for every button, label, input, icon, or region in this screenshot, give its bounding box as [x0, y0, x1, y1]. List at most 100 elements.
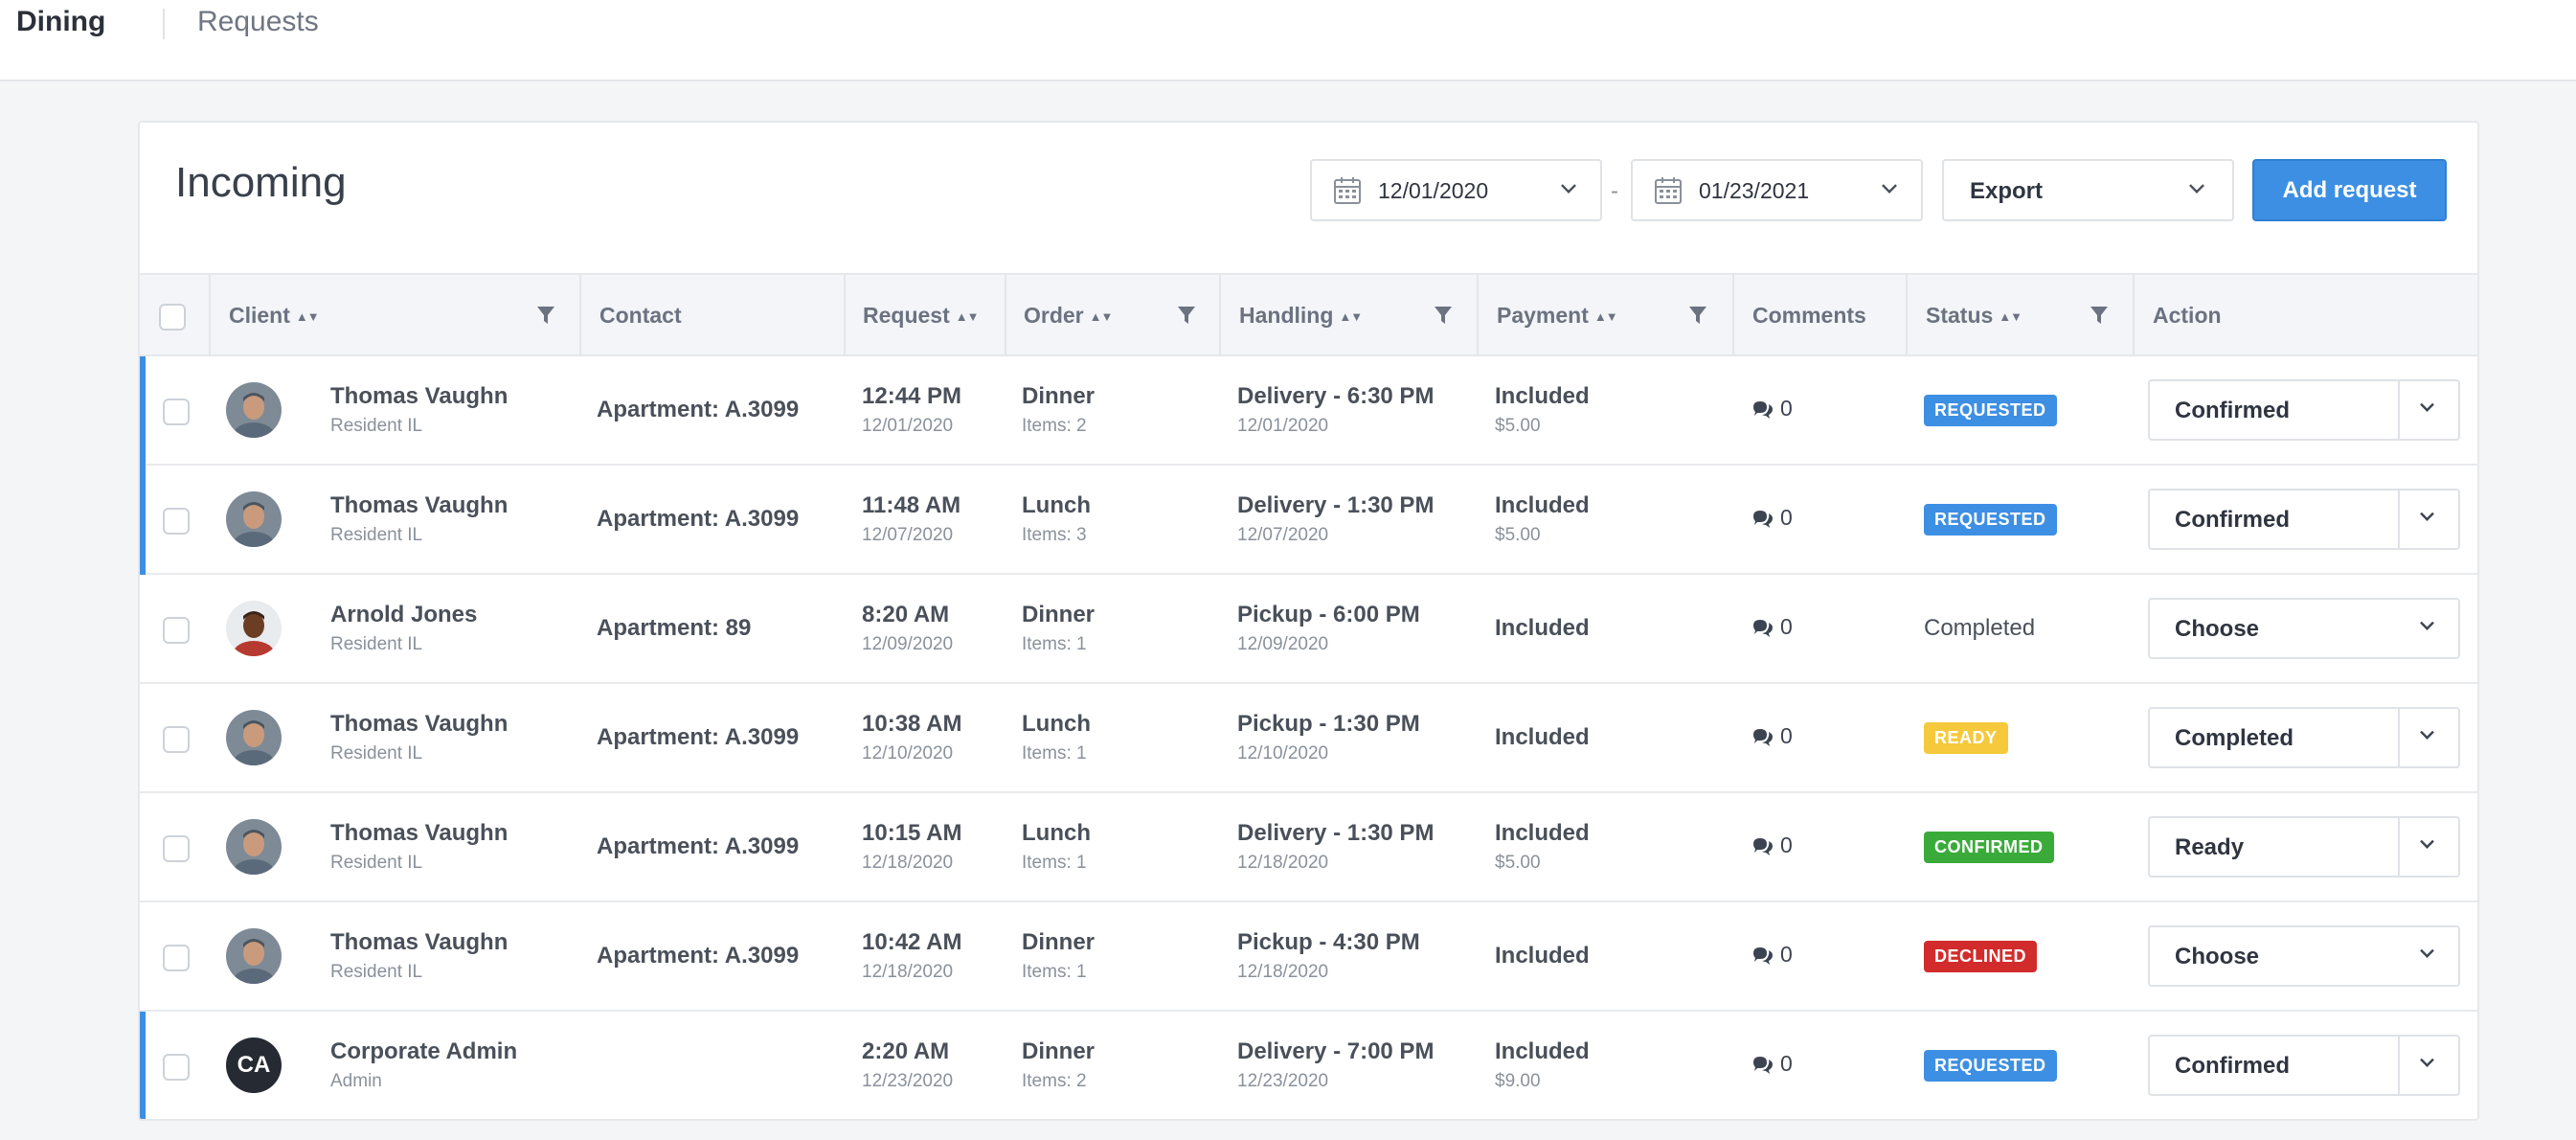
export-dropdown[interactable]: Export	[1942, 159, 2234, 221]
row-checkbox[interactable]	[163, 399, 190, 425]
request-time: 10:42 AM	[862, 929, 962, 955]
column-divider	[1732, 275, 1734, 356]
action-dropdown[interactable]: Choose	[2148, 925, 2460, 987]
chevron-down-icon[interactable]	[2420, 507, 2434, 521]
column-order[interactable]: Order ▲▼	[1024, 275, 1113, 356]
table-row[interactable]: Thomas Vaughn Resident IL Apartment: A.309…	[140, 793, 2477, 902]
row-checkbox[interactable]	[163, 1054, 190, 1081]
avatar	[226, 601, 282, 656]
handling-date: 12/07/2020	[1237, 525, 1329, 545]
request-time: 8:20 AM	[862, 602, 950, 627]
handling-value: Pickup - 4:30 PM	[1237, 929, 1420, 955]
chevron-down-icon	[1561, 178, 1576, 194]
chevron-down-icon[interactable]	[2420, 398, 2434, 412]
table-row[interactable]: Thomas Vaughn Resident IL Apartment: A.309…	[140, 902, 2477, 1012]
table-header: Client ▲▼ Contact Request ▲▼ Order ▲▼ Handl…	[140, 273, 2477, 356]
payment-value: Included	[1495, 383, 1590, 409]
status-badge: READY	[1924, 722, 2008, 754]
action-dropdown[interactable]: Ready	[2148, 816, 2460, 878]
column-payment[interactable]: Payment ▲▼	[1497, 275, 1618, 356]
table-row[interactable]: Thomas Vaughn Resident IL Apartment: A.309…	[140, 684, 2477, 793]
column-request[interactable]: Request ▲▼	[863, 275, 979, 356]
status-badge: CONFIRMED	[1924, 832, 2054, 863]
action-dropdown[interactable]: Confirmed	[2148, 489, 2460, 550]
row-checkbox[interactable]	[163, 617, 190, 644]
payment-value: Included	[1495, 615, 1590, 641]
filter-icon[interactable]	[1177, 305, 1196, 326]
client-name[interactable]: Thomas Vaughn	[330, 929, 508, 956]
table-row[interactable]: Arnold Jones Resident IL Apartment: 89 8:20…	[140, 575, 2477, 684]
add-request-button[interactable]: Add request	[2252, 159, 2447, 221]
action-dropdown[interactable]: Confirmed	[2148, 1035, 2460, 1096]
handling-date: 12/23/2020	[1237, 1071, 1329, 1091]
column-divider	[1005, 275, 1006, 356]
action-label: Confirmed	[2175, 398, 2290, 423]
client-name[interactable]: Thomas Vaughn	[330, 492, 508, 519]
order-meal: Dinner	[1022, 929, 1096, 955]
contact-value: Apartment: A.3099	[597, 724, 800, 750]
filter-icon[interactable]	[1688, 305, 1707, 326]
comments-count[interactable]: 0	[1751, 505, 1793, 531]
column-action: Action	[2153, 303, 2222, 328]
comments-count[interactable]: 0	[1751, 832, 1793, 858]
chevron-down-icon[interactable]	[2420, 725, 2434, 740]
client-name[interactable]: Thomas Vaughn	[330, 820, 508, 847]
select-all-checkbox[interactable]	[159, 304, 186, 331]
handling-date: 12/18/2020	[1237, 853, 1329, 873]
comments-count[interactable]: 0	[1751, 723, 1793, 749]
payment-value: Included	[1495, 492, 1590, 518]
client-name[interactable]: Thomas Vaughn	[330, 711, 508, 738]
client-role: Resident IL	[330, 853, 423, 873]
row-checkbox[interactable]	[163, 508, 190, 535]
client-name[interactable]: Thomas Vaughn	[330, 383, 508, 410]
column-status[interactable]: Status ▲▼	[1926, 275, 2022, 356]
contact-value: Apartment: A.3099	[597, 397, 800, 422]
filter-icon[interactable]	[536, 305, 555, 326]
sort-icon: ▲▼	[1593, 309, 1618, 324]
action-label: Completed	[2175, 725, 2294, 751]
filter-icon[interactable]	[2090, 305, 2109, 326]
handling-value: Delivery - 6:30 PM	[1237, 383, 1435, 409]
chevron-down-icon[interactable]	[2420, 616, 2434, 630]
avatar	[226, 710, 282, 765]
table-row[interactable]: CA Corporate Admin Admin 2:20 AM 12/23/2020 D…	[140, 1012, 2477, 1119]
chevron-down-icon[interactable]	[2420, 1053, 2434, 1067]
client-name[interactable]: Corporate Admin	[330, 1038, 517, 1065]
table-row[interactable]: Thomas Vaughn Resident IL Apartment: A.309…	[140, 356, 2477, 466]
chevron-down-icon[interactable]	[2420, 834, 2434, 849]
chevron-down-icon[interactable]	[2420, 944, 2434, 958]
column-divider	[1906, 275, 1908, 356]
date-separator: -	[1611, 178, 1618, 204]
action-dropdown[interactable]: Completed	[2148, 707, 2460, 768]
payment-value: Included	[1495, 820, 1590, 846]
client-role: Admin	[330, 1071, 382, 1091]
comments-count[interactable]: 0	[1751, 942, 1793, 968]
column-client[interactable]: Client ▲▼	[229, 275, 320, 356]
order-items: Items: 2	[1022, 1071, 1087, 1091]
client-name[interactable]: Arnold Jones	[330, 602, 477, 628]
avatar	[226, 491, 282, 547]
handling-date: 12/01/2020	[1237, 416, 1329, 436]
date-to-picker[interactable]: 01/23/2021	[1631, 159, 1923, 221]
column-divider	[1477, 275, 1479, 356]
tab-requests[interactable]: Requests	[197, 6, 319, 38]
row-checkbox[interactable]	[163, 945, 190, 971]
date-from-picker[interactable]: 12/01/2020	[1310, 159, 1602, 221]
table-row[interactable]: Thomas Vaughn Resident IL Apartment: A.309…	[140, 466, 2477, 575]
action-split-divider	[2398, 490, 2400, 548]
row-checkbox[interactable]	[163, 835, 190, 862]
filter-icon[interactable]	[1434, 305, 1453, 326]
action-dropdown[interactable]: Confirmed	[2148, 379, 2460, 441]
request-date: 12/23/2020	[862, 1071, 954, 1091]
comments-count[interactable]: 0	[1751, 396, 1793, 422]
column-handling[interactable]: Handling ▲▼	[1239, 275, 1363, 356]
request-date: 12/09/2020	[862, 634, 954, 654]
action-dropdown[interactable]: Choose	[2148, 598, 2460, 659]
row-checkbox[interactable]	[163, 726, 190, 753]
comments-count[interactable]: 0	[1751, 614, 1793, 640]
payment-amount: $5.00	[1495, 416, 1541, 436]
calendar-icon	[1334, 177, 1361, 204]
request-date: 12/07/2020	[862, 525, 954, 545]
comments-count[interactable]: 0	[1751, 1051, 1793, 1077]
tab-dining[interactable]: Dining	[16, 6, 105, 38]
